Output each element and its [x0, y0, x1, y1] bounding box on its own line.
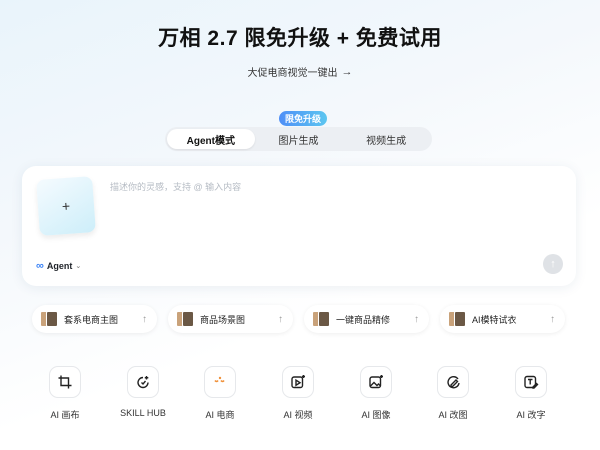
chip-label: AI模特试衣 [472, 314, 517, 325]
hero-title: 万相 2.7 限免升级 + 免费试用 [158, 27, 442, 50]
tool-ai-image[interactable]: AI 图像 [346, 366, 406, 421]
tool-label: AI 电商 [205, 410, 235, 420]
tool-ai-ecommerce[interactable]: AI 电商 [190, 366, 250, 421]
arrow-up-icon: ↑ [414, 313, 419, 325]
promo-badge: 限免升级 [279, 111, 328, 126]
chip-model-tryon[interactable]: AI模特试衣 ↑ [440, 305, 565, 333]
arrow-right-icon: → [341, 65, 353, 78]
mode-tabs: Agent模式 图片生成 视频生成 [165, 127, 432, 151]
arrow-up-icon: ↑ [142, 313, 147, 325]
tool-label: AI 图像 [361, 410, 391, 420]
tool-label: AI 画布 [50, 410, 80, 420]
plus-icon: + [61, 197, 71, 215]
chip-label: 一键商品精修 [336, 314, 391, 325]
image-icon [360, 366, 392, 398]
tool-skill-hub[interactable]: SKILL HUB [113, 366, 173, 418]
chip-product-retouch[interactable]: 一键商品精修 ↑ [304, 305, 429, 333]
upload-image-button[interactable]: + [36, 176, 96, 236]
tab-video-generation[interactable]: 视频生成 [342, 129, 430, 149]
thumbnail-icon [40, 311, 58, 327]
thumbnail-icon [176, 311, 194, 327]
chip-label: 套系电商主图 [64, 314, 119, 325]
agent-selector[interactable]: ∞ Agent ⌄ [36, 260, 81, 272]
hero-subtitle: 大促电商视觉一键出 [247, 68, 338, 79]
edit-text-icon [515, 366, 547, 398]
prompt-input[interactable] [110, 178, 550, 196]
shop-icon [204, 366, 236, 398]
arrow-up-icon: ↑ [550, 258, 556, 270]
chip-label: 商品场景图 [200, 314, 246, 325]
tool-ai-edit-text[interactable]: AI 改字 [501, 366, 561, 421]
tool-label: AI 改图 [438, 410, 468, 420]
chevron-down-icon: ⌄ [75, 263, 82, 270]
arrow-up-icon: ↑ [550, 313, 555, 325]
edit-image-icon [437, 366, 469, 398]
tool-label: AI 视频 [283, 410, 313, 420]
tool-ai-canvas[interactable]: AI 画布 [35, 366, 95, 421]
chip-product-scene[interactable]: 商品场景图 ↑ [168, 305, 293, 333]
tab-image-generation[interactable]: 图片生成 [255, 129, 343, 149]
tool-ai-video[interactable]: AI 视频 [268, 366, 328, 421]
infinity-icon: ∞ [36, 260, 44, 272]
video-icon [282, 366, 314, 398]
send-button[interactable]: ↑ [543, 254, 563, 274]
tab-agent-mode[interactable]: Agent模式 [167, 129, 255, 149]
hero-subtitle-link[interactable]: 大促电商视觉一键出 → [247, 64, 353, 80]
prompt-composer: + ∞ Agent ⌄ ↑ [22, 166, 576, 286]
tool-label: SKILL HUB [120, 408, 166, 418]
thumbnail-icon [312, 311, 330, 327]
skill-icon [127, 366, 159, 398]
agent-label: Agent [46, 261, 73, 271]
crop-icon [49, 366, 81, 398]
arrow-up-icon: ↑ [278, 313, 283, 325]
hero: 万相 2.7 限免升级 + 免费试用 大促电商视觉一键出 → [0, 22, 600, 81]
thumbnail-icon [448, 311, 466, 327]
tool-ai-edit-image[interactable]: AI 改图 [423, 366, 483, 421]
tool-label: AI 改字 [516, 410, 546, 420]
chip-ecommerce-main-image[interactable]: 套系电商主图 ↑ [32, 305, 157, 333]
